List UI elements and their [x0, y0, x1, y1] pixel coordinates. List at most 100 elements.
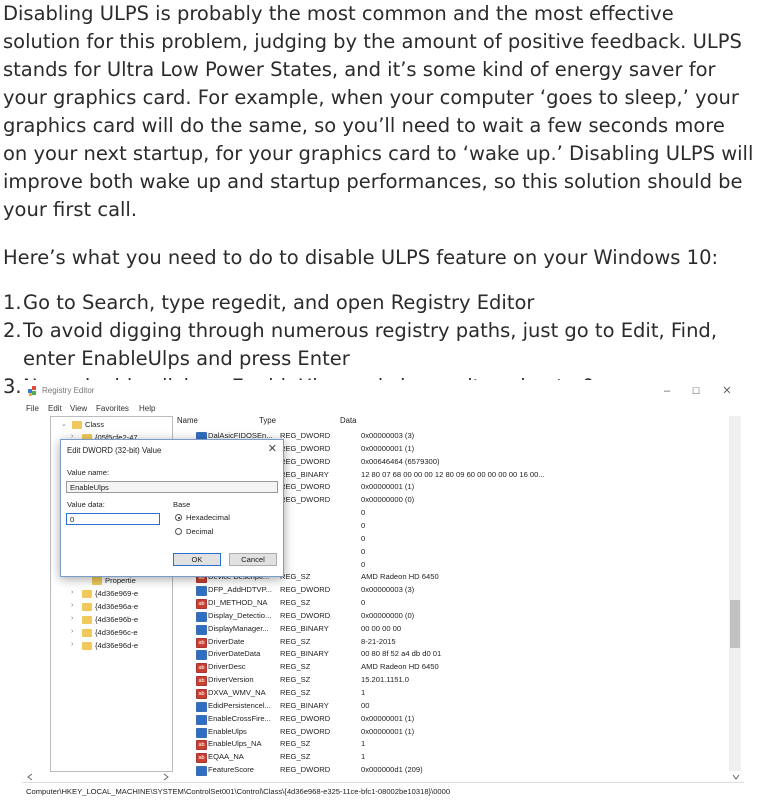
horizontal-scrollbar[interactable]	[22, 772, 744, 782]
registry-editor-screenshot: Registry Editor – ☐ ✕ File Edit View Fav…	[22, 380, 744, 800]
chevron-right-icon[interactable]: ›	[71, 602, 73, 609]
value-data: 12 80 07 68 00 00 00 12 80 09 60 00 00 0…	[361, 469, 545, 479]
ok-button[interactable]: OK	[173, 553, 221, 566]
article: Disabling ULPS is probably the most comm…	[3, 0, 755, 401]
value-data: 0	[361, 508, 366, 518]
column-header-type[interactable]: Type	[259, 416, 276, 430]
decimal-radio[interactable]	[175, 528, 182, 535]
value-name: EQAA_NA	[208, 752, 244, 762]
folder-icon	[82, 616, 92, 624]
value-name: DisplayManager...	[208, 623, 269, 633]
value-name: DriverVersion	[208, 675, 254, 685]
registry-editor-icon	[28, 386, 36, 396]
registry-value-row[interactable]: ab EnableUlps_NA REG_SZ 1	[196, 738, 744, 751]
tree-item-label: Propertie	[105, 576, 136, 585]
dialog-title: Edit DWORD (32-bit) Value	[67, 446, 162, 455]
value-type: REG_DWORD	[280, 713, 331, 723]
maximize-button[interactable]: ☐	[686, 383, 706, 399]
chevron-right-icon[interactable]: ›	[71, 641, 73, 648]
value-name: DI_METHOD_NA	[208, 598, 268, 608]
vertical-scrollbar[interactable]	[729, 416, 741, 771]
string-value-icon: ab	[196, 753, 207, 764]
value-name-label: Value name:	[67, 468, 110, 477]
chevron-down-icon[interactable]: ⌄	[61, 420, 67, 428]
chevron-right-icon[interactable]: ›	[71, 615, 73, 622]
hexadecimal-radio[interactable]	[175, 514, 182, 521]
value-name: EnableUlps	[208, 726, 247, 736]
value-data: 0x00000000 (0)	[361, 610, 415, 620]
chevron-right-icon[interactable]: ›	[71, 628, 73, 635]
registry-value-row[interactable]: DriverDateData REG_BINARY 00 80 8f 52 a4 d…	[196, 648, 744, 661]
close-button[interactable]: ✕	[717, 383, 737, 399]
registry-value-row[interactable]: ab DriverVersion REG_SZ 15.201.1151.0	[196, 674, 744, 687]
menu-bar: File Edit View Favorites Help	[22, 402, 744, 416]
column-header-name[interactable]: Name	[177, 416, 198, 430]
chevron-right-icon[interactable]: ›	[71, 589, 73, 596]
folder-icon	[92, 577, 102, 585]
scroll-arrows	[27, 773, 740, 781]
folder-icon	[82, 590, 92, 598]
registry-value-row[interactable]: EnableCrossFire... REG_DWORD 0x00000001 (1…	[196, 713, 744, 726]
registry-value-row[interactable]: Display_Detectio... REG_DWORD 0x00000000 (…	[196, 610, 744, 623]
registry-value-row[interactable]: DFP_AddHDTVP... REG_DWORD 0x00000003 (3)	[196, 584, 744, 597]
step-number: 2.	[3, 319, 22, 342]
registry-value-row[interactable]: ab DI_METHOD_NA REG_SZ 0	[196, 597, 744, 610]
menu-favorites[interactable]: Favorites	[96, 404, 129, 413]
value-type: REG_SZ	[280, 739, 311, 749]
binary-value-icon	[196, 586, 207, 597]
menu-edit[interactable]: Edit	[48, 404, 62, 413]
value-data: 0	[361, 520, 366, 530]
menu-view[interactable]: View	[70, 404, 87, 413]
value-data: AMD Radeon HD 6450	[361, 662, 439, 672]
value-data: 00 80 8f 52 a4 db d0 01	[361, 649, 442, 659]
value-data: 00	[361, 700, 370, 710]
registry-value-row[interactable]: ab DXVA_WMV_NA REG_SZ 1	[196, 687, 744, 700]
folder-icon	[72, 421, 82, 429]
window-title: Registry Editor	[42, 386, 95, 395]
value-name: Display_Detectio...	[208, 610, 272, 620]
tree-item-label: {4d36e96a-e	[95, 602, 139, 611]
registry-path: Computer\HKEY_LOCAL_MACHINE\SYSTEM\Contr…	[26, 787, 451, 796]
value-name: DriverDate	[208, 636, 245, 646]
value-data: 00 00 00 00	[361, 623, 402, 633]
string-value-icon: ab	[196, 663, 207, 674]
value-data: 15.201.1151.0	[361, 675, 409, 685]
value-data: AMD Radeon HD 6450	[361, 572, 439, 582]
value-name: DXVA_WMV_NA	[208, 688, 266, 697]
value-data: 0x00000001 (1)	[361, 726, 415, 736]
minimize-button[interactable]: –	[657, 383, 677, 399]
value-data: 1	[361, 739, 366, 749]
value-type: REG_DWORD	[280, 431, 331, 440]
scrollbar-thumb[interactable]	[730, 600, 740, 648]
value-name-field[interactable]: EnableUlps	[66, 481, 278, 493]
value-type: REG_DWORD	[280, 456, 331, 466]
column-header-data[interactable]: Data	[340, 416, 356, 430]
value-data-field[interactable]: 0	[66, 513, 160, 525]
registry-value-row[interactable]: ab EQAA_NA REG_SZ 1	[196, 751, 744, 764]
cancel-button[interactable]: Cancel	[229, 553, 277, 566]
value-type: REG_BINARY	[280, 469, 329, 479]
value-type: REG_BINARY	[280, 700, 329, 710]
value-type: REG_DWORD	[280, 443, 331, 453]
registry-value-row[interactable]: ab DriverDate REG_SZ 8-21-2015	[196, 636, 744, 649]
binary-value-icon	[196, 727, 207, 738]
step-number: 1.	[3, 291, 22, 314]
string-value-icon: ab	[196, 637, 207, 648]
value-data: 0	[361, 533, 366, 543]
value-type: REG_DWORD	[280, 585, 331, 595]
menu-help[interactable]: Help	[139, 404, 155, 413]
value-type: REG_DWORD	[280, 482, 331, 492]
dialog-close-icon[interactable]: ✕	[268, 442, 277, 455]
registry-value-row[interactable]: EdidPersistencel... REG_BINARY 00	[196, 700, 744, 713]
string-value-icon: ab	[196, 676, 207, 687]
registry-value-row[interactable]: ab DriverDesc REG_SZ AMD Radeon HD 6450	[196, 661, 744, 674]
menu-file[interactable]: File	[26, 404, 39, 413]
value-data: 0x00646464 (6579300)	[361, 456, 440, 466]
registry-value-row[interactable]: DisplayManager... REG_BINARY 00 00 00 00	[196, 623, 744, 636]
value-data: 0x00000001 (1)	[361, 713, 415, 723]
registry-value-row[interactable]: EnableUlps REG_DWORD 0x00000001 (1)	[196, 726, 744, 739]
tree-item-label: {4d36e96b-e	[95, 615, 139, 624]
step-item: 2. To avoid digging through numerous regi…	[3, 317, 755, 373]
value-name: EdidPersistencel...	[208, 700, 271, 710]
string-value-icon: ab	[196, 599, 207, 610]
